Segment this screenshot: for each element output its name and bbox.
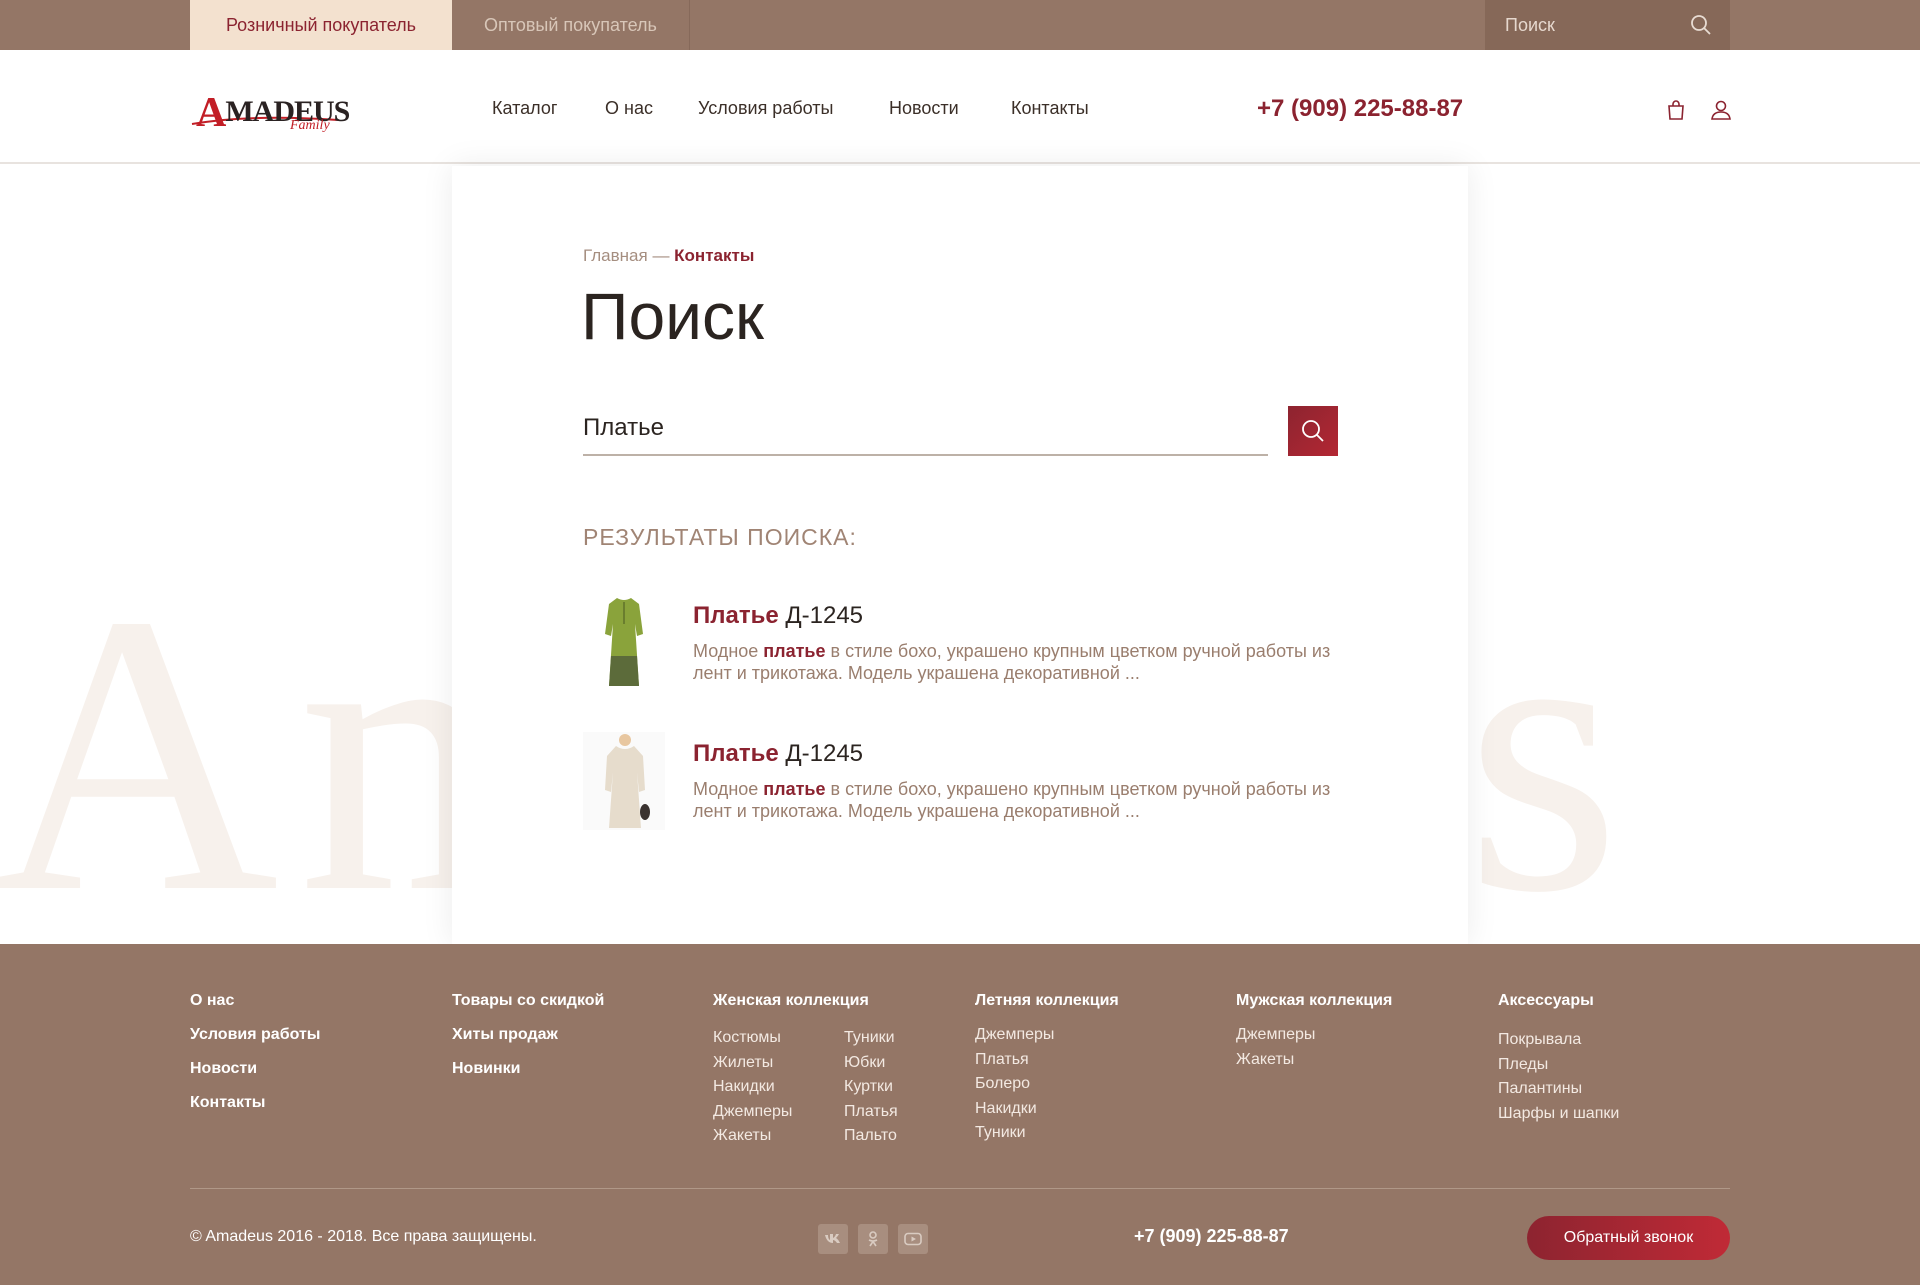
footer-link-new[interactable]: Новинки — [452, 1052, 604, 1086]
footer-summer-link[interactable]: Платья — [975, 1048, 1119, 1073]
product-thumbnail-beige-dress — [583, 732, 665, 830]
logo-family: Family — [290, 118, 330, 133]
odnoklassniki-icon[interactable] — [858, 1224, 888, 1254]
header-phone[interactable]: +7 (909) 225-88-87 — [1257, 95, 1463, 123]
footer-women-link[interactable]: Куртки — [844, 1075, 944, 1100]
footer-women-link[interactable]: Пальто — [844, 1124, 944, 1149]
footer-col-info: О нас Условия работы Новости Контакты — [190, 984, 320, 1120]
breadcrumb-home[interactable]: Главная — [583, 246, 648, 265]
footer-accessories-link[interactable]: Покрывала — [1498, 1028, 1619, 1053]
result-title: Платье Д-1245 — [693, 602, 864, 629]
footer-summer-link[interactable]: Джемперы — [975, 1023, 1119, 1048]
search-card: Главная — Контакты Поиск РЕЗУЛЬТАТЫ ПОИС… — [452, 166, 1468, 944]
copyright: © Amadeus 2016 - 2018. Все права защищен… — [190, 1228, 537, 1245]
footer-accessories-link[interactable]: Шарфы и шапки — [1498, 1102, 1619, 1127]
footer-summer-link[interactable]: Туники — [975, 1121, 1119, 1146]
tab-wholesale-buyer[interactable]: Оптовый покупатель — [452, 0, 690, 50]
footer-women-link[interactable]: Накидки — [713, 1075, 843, 1100]
footer-col-women: Женская коллекция Костюмы Жилеты Накидки… — [713, 992, 898, 1144]
nav-contacts[interactable]: Контакты — [1011, 98, 1089, 119]
footer-men-link[interactable]: Джемперы — [1236, 1023, 1392, 1048]
footer-summer-list: Джемперы Платья Болеро Накидки Туники — [975, 1023, 1119, 1146]
footer-col-summer: Летняя коллекция Джемперы Платья Болеро … — [975, 992, 1119, 1146]
top-search — [1485, 0, 1730, 50]
header: AMADEUS Family Каталог О нас Условия раб… — [0, 50, 1920, 164]
cart-icon[interactable] — [1664, 98, 1688, 122]
footer-men-link[interactable]: Жакеты — [1236, 1048, 1392, 1073]
footer-accessories-link[interactable]: Палантины — [1498, 1077, 1619, 1102]
footer-women-link[interactable]: Жакеты — [713, 1124, 843, 1149]
search-result[interactable]: Платье Д-1245 Модное платье в стиле бохо… — [583, 732, 1353, 832]
footer-col-accessories: Аксессуары Покрывала Пледы Палантины Шар… — [1498, 992, 1619, 1126]
footer-col-men: Мужская коллекция Джемперы Жакеты — [1236, 992, 1392, 1072]
search-input[interactable] — [583, 402, 1268, 454]
result-title: Платье Д-1245 — [693, 740, 864, 767]
footer-heading-men[interactable]: Мужская коллекция — [1236, 992, 1392, 1010]
footer-link-about[interactable]: О нас — [190, 984, 320, 1018]
footer: О нас Условия работы Новости Контакты То… — [0, 944, 1920, 1285]
nav-catalog[interactable]: Каталог — [492, 98, 557, 119]
footer-link-news[interactable]: Новости — [190, 1052, 320, 1086]
footer-divider — [190, 1188, 1730, 1189]
nav-terms[interactable]: Условия работы — [698, 98, 833, 119]
footer-women-link[interactable]: Юбки — [844, 1051, 944, 1076]
footer-heading-women[interactable]: Женская коллекция — [713, 992, 869, 1010]
breadcrumb-separator: — — [647, 246, 675, 265]
footer-link-contacts[interactable]: Контакты — [190, 1086, 320, 1120]
page-title: Поиск — [581, 279, 764, 353]
breadcrumb: Главная — Контакты — [583, 246, 754, 266]
search-field — [583, 402, 1268, 456]
breadcrumb-current: Контакты — [674, 246, 755, 265]
footer-women-list-b: Туники Юбки Куртки Платья Пальто — [844, 1026, 944, 1149]
search-button[interactable] — [1288, 406, 1338, 456]
footer-summer-link[interactable]: Болеро — [975, 1072, 1119, 1097]
footer-women-link[interactable]: Жилеты — [713, 1051, 843, 1076]
footer-women-link[interactable]: Туники — [844, 1026, 944, 1051]
footer-women-link[interactable]: Костюмы — [713, 1026, 843, 1051]
footer-link-discount[interactable]: Товары со скидкой — [452, 984, 604, 1018]
footer-women-link[interactable]: Джемперы — [713, 1100, 843, 1125]
vk-icon[interactable] — [818, 1224, 848, 1254]
footer-phone[interactable]: +7 (909) 225-88-87 — [1134, 1226, 1289, 1247]
search-icon — [1302, 420, 1324, 442]
footer-accessories-list: Покрывала Пледы Палантины Шарфы и шапки — [1498, 1028, 1619, 1126]
footer-accessories-link[interactable]: Пледы — [1498, 1053, 1619, 1078]
footer-summer-link[interactable]: Накидки — [975, 1097, 1119, 1122]
results-title: РЕЗУЛЬТАТЫ ПОИСКА: — [583, 524, 857, 550]
nav-about[interactable]: О нас — [605, 98, 653, 119]
footer-women-list-a: Костюмы Жилеты Накидки Джемперы Жакеты — [713, 1026, 843, 1149]
user-icon[interactable] — [1709, 98, 1733, 122]
tab-retail-buyer[interactable]: Розничный покупатель — [190, 0, 452, 50]
search-icon[interactable] — [1690, 14, 1712, 36]
result-description: Модное платье в стиле бохо, украшено кру… — [693, 641, 1331, 683]
product-thumbnail-green-dress — [583, 594, 665, 692]
logo[interactable]: AMADEUS Family — [190, 78, 350, 138]
footer-link-bestsellers[interactable]: Хиты продаж — [452, 1018, 604, 1052]
footer-women-link[interactable]: Платья — [844, 1100, 944, 1125]
footer-link-terms[interactable]: Условия работы — [190, 1018, 320, 1052]
result-description: Модное платье в стиле бохо, украшено кру… — [693, 779, 1331, 821]
top-search-input[interactable] — [1485, 0, 1685, 50]
callback-button[interactable]: Обратный звонок — [1527, 1216, 1730, 1260]
footer-heading-accessories[interactable]: Аксессуары — [1498, 992, 1619, 1010]
footer-heading-summer[interactable]: Летняя коллекция — [975, 992, 1119, 1010]
top-bar: Розничный покупатель Оптовый покупатель — [0, 0, 1920, 50]
search-result[interactable]: Платье Д-1245 Модное платье в стиле бохо… — [583, 594, 1353, 694]
nav-news[interactable]: Новости — [889, 98, 959, 119]
youtube-icon[interactable] — [898, 1224, 928, 1254]
footer-men-list: Джемперы Жакеты — [1236, 1023, 1392, 1072]
footer-col-products: Товары со скидкой Хиты продаж Новинки — [452, 984, 604, 1086]
